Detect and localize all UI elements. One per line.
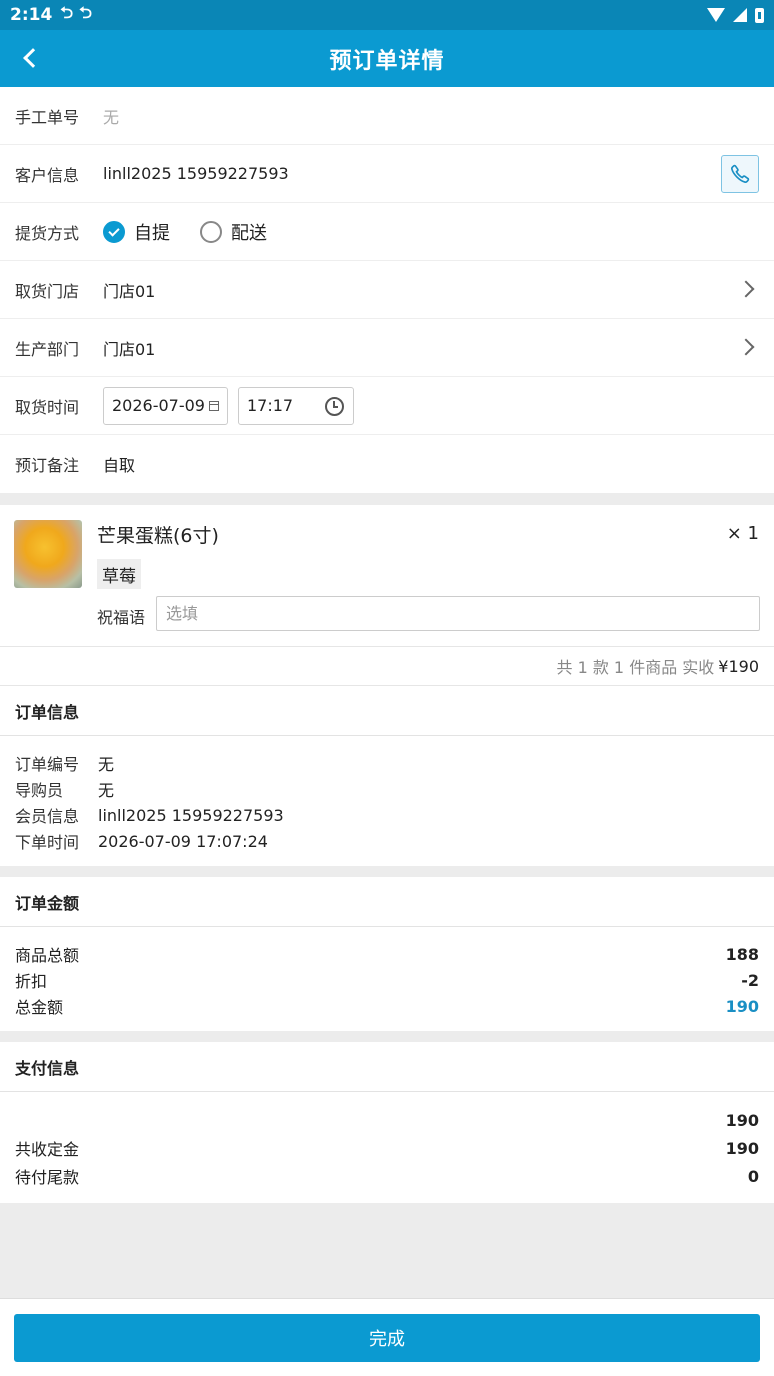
amount-row: 总金额 190 bbox=[15, 993, 759, 1019]
order-form: 手工单号 无 客户信息 linll2025 15959227593 提货方式 自… bbox=[0, 87, 774, 493]
payment-value: 190 bbox=[725, 1110, 759, 1130]
info-value: 无 bbox=[98, 781, 115, 800]
info-row: 会员信息 linll2025 15959227593 bbox=[15, 802, 759, 828]
info-label: 订单编号 bbox=[15, 755, 80, 774]
payment-value: 0 bbox=[747, 1166, 759, 1186]
pickup-store-value: 门店01 bbox=[103, 281, 156, 301]
date-value: 2026-07-09 bbox=[112, 396, 205, 415]
product-name: 芒果蛋糕(6寸) bbox=[97, 525, 219, 547]
date-picker[interactable]: 2026-07-09 bbox=[103, 386, 228, 425]
footer-bar: 完成 bbox=[0, 1298, 774, 1376]
chevron-left-icon bbox=[23, 48, 43, 68]
production-dept-row[interactable]: 生产部门 门店01 bbox=[0, 319, 774, 377]
amount-row: 商品总额 188 bbox=[15, 941, 759, 967]
info-row: 订单编号 无 bbox=[15, 750, 759, 776]
sync-icon: ⮌ bbox=[60, 2, 74, 22]
pickup-store-label: 取货门店 bbox=[15, 281, 80, 301]
summary-amount: ¥190 bbox=[718, 656, 759, 676]
production-dept-label: 生产部门 bbox=[15, 339, 80, 359]
info-row: 下单时间 2026-07-09 17:07:24 bbox=[15, 828, 759, 854]
page-title: 预订单详情 bbox=[329, 48, 445, 74]
radio-delivery[interactable]: 配送 bbox=[200, 219, 267, 245]
payment-label: 共收定金 bbox=[15, 1140, 80, 1159]
product-thumbnail bbox=[14, 520, 82, 588]
order-info-title: 订单信息 bbox=[0, 686, 774, 736]
time-value: 17:17 bbox=[247, 396, 294, 415]
payment-title: 支付信息 bbox=[0, 1042, 774, 1092]
amount-row: 折扣 -2 bbox=[15, 967, 759, 993]
info-row: 导购员 无 bbox=[15, 776, 759, 802]
phone-icon bbox=[731, 164, 750, 183]
manual-no-label: 手工单号 bbox=[15, 107, 80, 127]
info-value: 无 bbox=[98, 755, 115, 774]
order-amount-title: 订单金额 bbox=[0, 877, 774, 927]
payment-row: 待付尾款 0 bbox=[15, 1162, 759, 1190]
payment-row: 190 bbox=[15, 1106, 759, 1134]
chevron-right-icon bbox=[737, 338, 755, 356]
summary-text: 共 1 款 1 件商品 实收 bbox=[556, 658, 715, 677]
status-bar: 2:14 ⮌ ⮌ bbox=[0, 0, 774, 30]
call-button[interactable] bbox=[721, 155, 759, 193]
status-time: 2:14 bbox=[10, 5, 53, 25]
pickup-time-row: 取货时间 2026-07-09 17:17 bbox=[0, 377, 774, 435]
payment-card: 支付信息 190 共收定金 190 待付尾款 0 bbox=[0, 1042, 774, 1203]
amount-label: 总金额 bbox=[15, 998, 64, 1017]
info-label: 下单时间 bbox=[15, 833, 80, 852]
payment-row: 共收定金 190 bbox=[15, 1134, 759, 1162]
back-button[interactable] bbox=[16, 44, 44, 72]
time-picker[interactable]: 17:17 bbox=[238, 386, 354, 425]
order-amount-card: 订单金额 商品总额 188 折扣 -2 总金额 190 bbox=[0, 877, 774, 1031]
product-quantity: × 1 bbox=[726, 523, 759, 544]
pickup-time-label: 取货时间 bbox=[15, 397, 80, 417]
signal-icon bbox=[733, 8, 747, 22]
sync-icon: ⮌ bbox=[79, 2, 92, 22]
payment-value: 190 bbox=[725, 1138, 759, 1158]
radio-checked-icon bbox=[103, 220, 125, 243]
pickup-store-row[interactable]: 取货门店 门店01 bbox=[0, 261, 774, 319]
remark-value: 自取 bbox=[103, 456, 136, 475]
order-info-card: 订单信息 订单编号 无 导购员 无 会员信息 linll2025 1595922… bbox=[0, 686, 774, 866]
app-header: 预订单详情 bbox=[0, 30, 774, 87]
battery-icon bbox=[755, 7, 764, 23]
customer-value: linll2025 15959227593 bbox=[103, 164, 289, 183]
delivery-label: 提货方式 bbox=[15, 223, 80, 243]
radio-self-pickup-label: 自提 bbox=[134, 222, 170, 244]
amount-value: 188 bbox=[725, 944, 759, 964]
remark-label: 预订备注 bbox=[15, 456, 80, 475]
chevron-right-icon bbox=[737, 280, 755, 298]
wifi-icon bbox=[707, 8, 725, 22]
calendar-icon bbox=[208, 400, 219, 411]
info-label: 导购员 bbox=[15, 781, 64, 800]
payment-label: 待付尾款 bbox=[15, 1168, 80, 1187]
product-flavor-tag: 草莓 bbox=[97, 559, 141, 589]
blessing-input[interactable] bbox=[156, 596, 760, 631]
customer-row: 客户信息 linll2025 15959227593 bbox=[0, 145, 774, 203]
radio-self-pickup[interactable]: 自提 bbox=[103, 219, 170, 245]
product-item: 芒果蛋糕(6寸) × 1 草莓 祝福语 bbox=[0, 505, 774, 646]
info-value: 2026-07-09 17:07:24 bbox=[98, 831, 268, 851]
customer-label: 客户信息 bbox=[15, 165, 80, 185]
amount-label: 折扣 bbox=[15, 972, 48, 991]
manual-no-value: 无 bbox=[103, 107, 120, 127]
info-label: 会员信息 bbox=[15, 807, 80, 826]
manual-no-row: 手工单号 无 bbox=[0, 87, 774, 145]
radio-unchecked-icon bbox=[200, 220, 222, 243]
order-summary: 共 1 款 1 件商品 实收 ¥190 bbox=[0, 646, 774, 686]
done-button[interactable]: 完成 bbox=[14, 1314, 760, 1362]
amount-label: 商品总额 bbox=[15, 946, 80, 965]
clock-icon bbox=[325, 396, 344, 416]
total-amount-value: 190 bbox=[725, 996, 759, 1016]
remark-row: 预订备注 自取 bbox=[0, 435, 774, 493]
info-value: linll2025 15959227593 bbox=[98, 805, 284, 825]
production-dept-value: 门店01 bbox=[103, 339, 156, 359]
status-indicators bbox=[707, 7, 764, 23]
blessing-label: 祝福语 bbox=[97, 608, 146, 627]
amount-value: -2 bbox=[741, 970, 759, 990]
radio-delivery-label: 配送 bbox=[231, 222, 267, 244]
delivery-row: 提货方式 自提 配送 bbox=[0, 203, 774, 261]
